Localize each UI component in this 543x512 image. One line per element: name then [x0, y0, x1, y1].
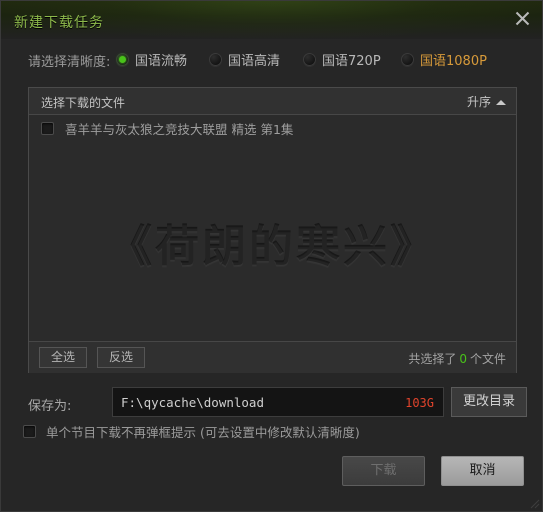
- select-all-button[interactable]: 全选: [39, 347, 87, 368]
- close-icon: [515, 11, 529, 26]
- download-button[interactable]: 下载: [342, 456, 425, 486]
- dialog-title: 新建下载任务: [14, 15, 104, 31]
- save-path-value: F:\qycache\download: [121, 395, 264, 410]
- selected-count-suffix: 个文件: [469, 352, 506, 366]
- file-list-row[interactable]: 喜羊羊与灰太狼之竞技大联盟 精选 第1集: [29, 115, 516, 141]
- file-list-body[interactable]: 《荷朗的寒兴》 喜羊羊与灰太狼之竞技大联盟 精选 第1集: [29, 115, 516, 341]
- free-space-label: 103G: [405, 396, 434, 410]
- quality-option-0[interactable]: 国语流畅: [116, 48, 187, 70]
- watermark-text: 《荷朗的寒兴》: [108, 222, 437, 273]
- radio-dot-icon: [209, 52, 222, 66]
- quality-option-2[interactable]: 国语720P: [303, 48, 381, 70]
- remember-choice-label: 单个节目下载不再弹框提示 (可去设置中修改默认清晰度): [46, 425, 360, 440]
- selected-count-value: 0: [459, 352, 467, 366]
- save-path-row: 保存为: F:\qycache\download 103G 更改目录: [1, 387, 542, 419]
- file-list-panel: 选择下载的文件 升序 《荷朗的寒兴》 喜羊羊与灰太狼之竞技大联盟 精选 第1集 …: [28, 87, 517, 373]
- quality-option-1[interactable]: 国语高清: [209, 48, 280, 70]
- quality-option-label: 国语高清: [228, 53, 281, 69]
- remember-choice-row[interactable]: 单个节目下载不再弹框提示 (可去设置中修改默认清晰度): [23, 422, 360, 441]
- sort-order-toggle[interactable]: 升序: [467, 93, 506, 110]
- sort-order-label: 升序: [466, 95, 491, 109]
- change-directory-button[interactable]: 更改目录: [451, 387, 527, 417]
- resize-grip-icon[interactable]: [530, 499, 540, 509]
- file-list-header: 选择下载的文件 升序: [29, 88, 516, 115]
- quality-option-label: 国语流畅: [135, 53, 188, 69]
- save-path-input[interactable]: F:\qycache\download 103G: [112, 387, 444, 417]
- invert-selection-button[interactable]: 反选: [97, 347, 145, 368]
- file-list-footer: 全选 反选 共选择了 0 个文件: [29, 341, 516, 373]
- file-row-checkbox[interactable]: [41, 121, 54, 135]
- title-bar: 新建下载任务: [1, 1, 542, 39]
- selected-count-prefix: 共选择了: [408, 352, 457, 366]
- quality-selector-row: 请选择清晰度: 国语流畅 国语高清 国语720P 国语1080P: [1, 46, 542, 74]
- save-path-label: 保存为:: [28, 399, 72, 414]
- radio-dot-icon: [303, 52, 316, 66]
- file-list-header-title: 选择下载的文件: [41, 96, 126, 110]
- quality-option-label: 国语720P: [322, 53, 381, 69]
- radio-dot-icon: [116, 52, 129, 66]
- close-button[interactable]: [507, 4, 537, 32]
- quality-option-3[interactable]: 国语1080P: [401, 48, 487, 70]
- new-download-task-dialog: 新建下载任务 请选择清晰度: 国语流畅 国语高清 国语720P 国语1080P: [0, 0, 543, 512]
- chevron-up-icon: [496, 99, 506, 105]
- cancel-button[interactable]: 取消: [441, 456, 524, 486]
- selected-count-status: 共选择了 0 个文件: [408, 350, 506, 367]
- remember-choice-checkbox[interactable]: [23, 425, 36, 438]
- radio-dot-icon: [401, 52, 414, 66]
- quality-option-label: 国语1080P: [420, 53, 487, 69]
- quality-label: 请选择清晰度:: [28, 55, 111, 70]
- file-row-label: 喜羊羊与灰太狼之竞技大联盟 精选 第1集: [65, 121, 294, 137]
